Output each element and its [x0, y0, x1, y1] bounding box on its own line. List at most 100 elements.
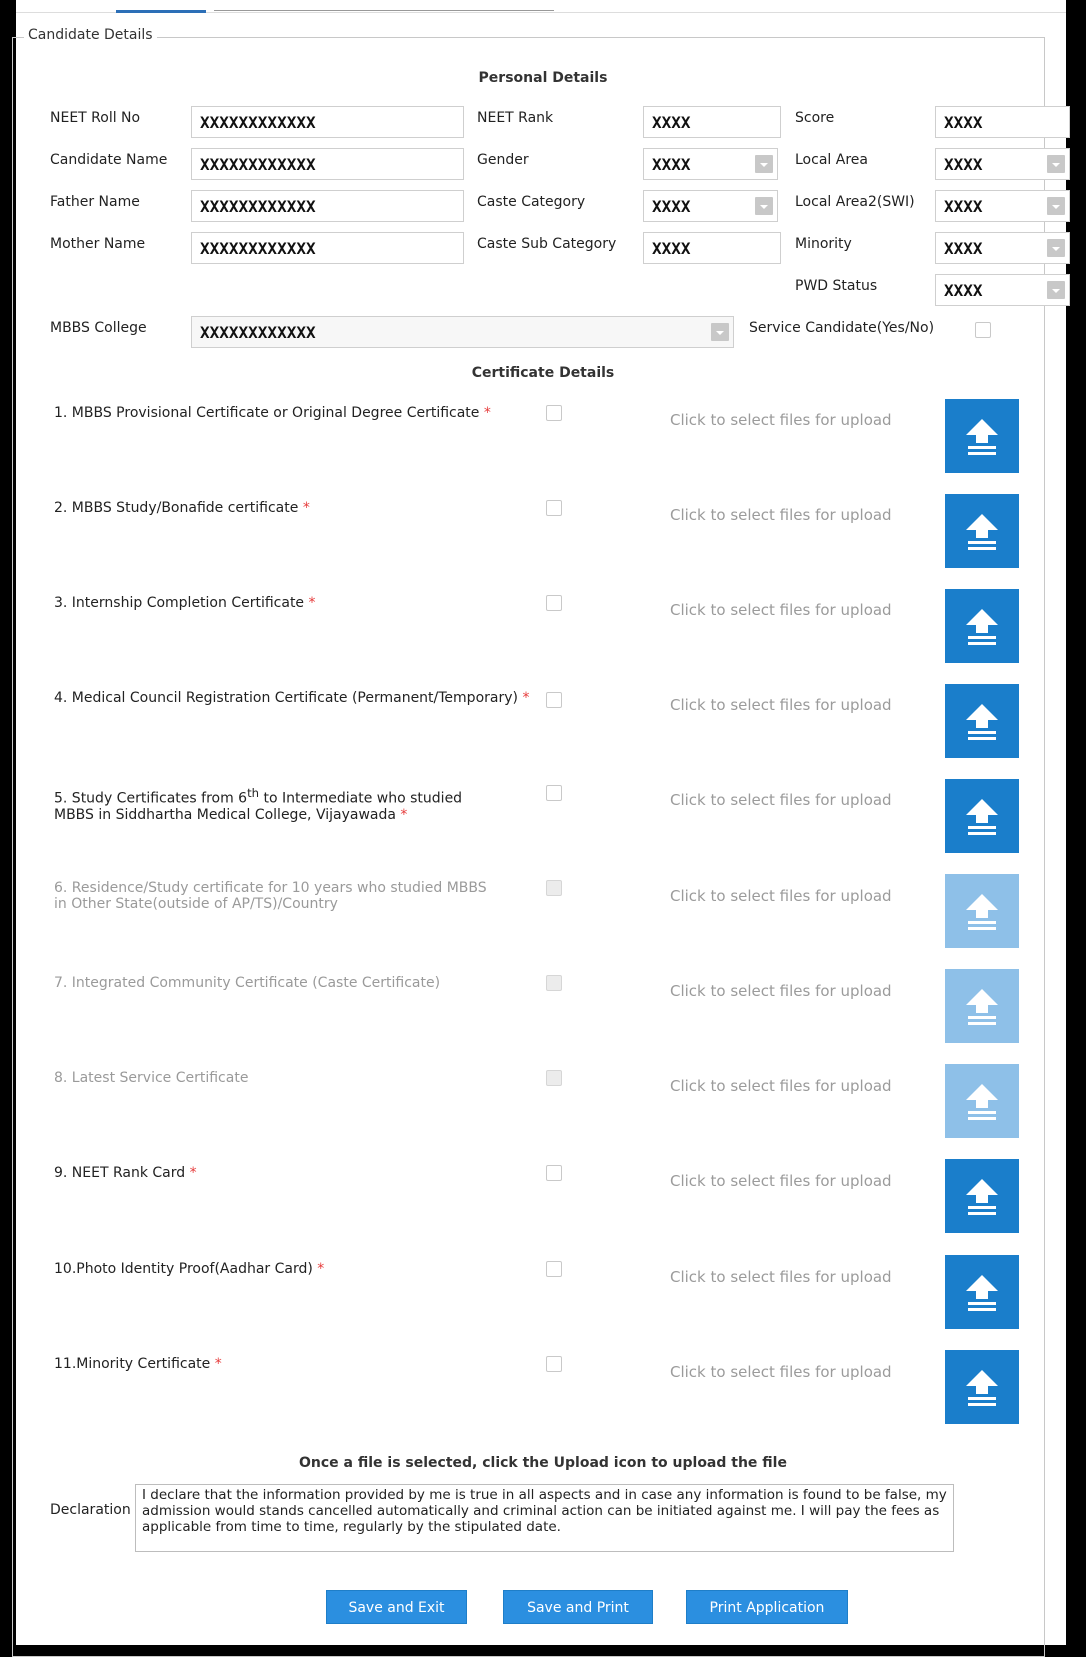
- required-marker: *: [214, 1356, 222, 1372]
- pwd-status-label: PWD Status: [795, 278, 878, 294]
- cert-text: 6. Residence/Study certificate for 10 ye…: [54, 880, 487, 896]
- cert-label-6: 6. Residence/Study certificate for 10 ye…: [54, 880, 487, 912]
- required-marker: *: [302, 500, 310, 516]
- upload-button-4[interactable]: [945, 684, 1019, 758]
- active-tab-indicator: [116, 10, 206, 13]
- upload-icon: [966, 514, 998, 550]
- upload-hint-6: Click to select files for upload: [670, 887, 892, 905]
- certificate-details-title: Certificate Details: [471, 365, 615, 381]
- cert-checkbox-1[interactable]: [546, 405, 562, 421]
- cert-label-10: 10.Photo Identity Proof(Aadhar Card) *: [54, 1261, 324, 1277]
- pwd-status-select[interactable]: XXXX: [935, 274, 1070, 306]
- cert-checkbox-6: [546, 880, 562, 896]
- local-area-label: Local Area: [795, 152, 868, 168]
- upload-hint-10[interactable]: Click to select files for upload: [670, 1268, 892, 1286]
- cert-checkbox-5[interactable]: [546, 785, 562, 801]
- upload-hint-3[interactable]: Click to select files for upload: [670, 601, 892, 619]
- chevron-down-icon: [1047, 239, 1065, 257]
- neet-rank-field[interactable]: XXXX: [643, 106, 781, 138]
- upload-button-1[interactable]: [945, 399, 1019, 473]
- local-area2-select[interactable]: XXXX: [935, 190, 1070, 222]
- minority-select[interactable]: XXXX: [935, 232, 1070, 264]
- save-and-print-button[interactable]: Save and Print: [503, 1590, 653, 1624]
- upload-button-9[interactable]: [945, 1159, 1019, 1233]
- required-marker: *: [483, 405, 491, 421]
- cert-label-1: 1. MBBS Provisional Certificate or Origi…: [54, 405, 491, 421]
- chevron-down-icon: [711, 323, 729, 341]
- candidate-name-field[interactable]: XXXXXXXXXXXX: [191, 148, 464, 180]
- save-and-exit-button[interactable]: Save and Exit: [326, 1590, 467, 1624]
- local-area2-value: XXXX: [944, 197, 983, 216]
- cert-label-7: 7. Integrated Community Certificate (Cas…: [54, 975, 440, 991]
- cert-text: in Other State(outside of AP/TS)/Country: [54, 896, 338, 912]
- caste-sub-category-field[interactable]: XXXX: [643, 232, 781, 264]
- score-field[interactable]: XXXX: [935, 106, 1070, 138]
- service-candidate-label: Service Candidate(Yes/No): [749, 320, 935, 336]
- upload-button-7: [945, 969, 1019, 1043]
- upload-hint-4[interactable]: Click to select files for upload: [670, 696, 892, 714]
- gender-value: XXXX: [652, 155, 691, 174]
- cert-text: 1. MBBS Provisional Certificate or Origi…: [54, 405, 480, 421]
- upload-button-3[interactable]: [945, 589, 1019, 663]
- candidate-details-fieldset: [12, 37, 1045, 1657]
- cert-text: 3. Internship Completion Certificate: [54, 595, 305, 611]
- caste-sub-category-label: Caste Sub Category: [477, 236, 617, 252]
- service-candidate-checkbox[interactable]: [975, 322, 991, 338]
- upload-icon: [966, 894, 998, 930]
- cert-text: 4. Medical Council Registration Certific…: [54, 690, 518, 706]
- required-marker: *: [308, 595, 316, 611]
- cert-text: 10.Photo Identity Proof(Aadhar Card): [54, 1261, 313, 1277]
- upload-hint-1[interactable]: Click to select files for upload: [670, 411, 892, 429]
- cert-text: 7. Integrated Community Certificate (Cas…: [54, 975, 441, 991]
- father-name-field[interactable]: XXXXXXXXXXXX: [191, 190, 464, 222]
- neet-roll-no-label: NEET Roll No: [50, 110, 141, 126]
- cert-checkbox-3[interactable]: [546, 595, 562, 611]
- personal-details-title: Personal Details: [478, 70, 608, 86]
- upload-button-5[interactable]: [945, 779, 1019, 853]
- caste-category-select[interactable]: XXXX: [643, 190, 778, 222]
- cert-checkbox-2[interactable]: [546, 500, 562, 516]
- superscript: th: [247, 786, 260, 800]
- score-label: Score: [795, 110, 835, 126]
- caste-category-value: XXXX: [652, 197, 691, 216]
- cert-label-5: 5. Study Certificates from 6th to Interm…: [54, 785, 462, 823]
- mother-name-field[interactable]: XXXXXXXXXXXX: [191, 232, 464, 264]
- mbbs-college-select[interactable]: XXXXXXXXXXXX: [191, 316, 734, 348]
- father-name-label: Father Name: [50, 194, 140, 210]
- neet-roll-no-field[interactable]: XXXXXXXXXXXX: [191, 106, 464, 138]
- upload-hint-11[interactable]: Click to select files for upload: [670, 1363, 892, 1381]
- cert-text: 11.Minority Certificate: [54, 1356, 211, 1372]
- minority-value: XXXX: [944, 239, 983, 258]
- declaration-label: Declaration: [50, 1502, 131, 1518]
- upload-hint-8: Click to select files for upload: [670, 1077, 892, 1095]
- upload-button-8: [945, 1064, 1019, 1138]
- fieldset-legend: Candidate Details: [24, 27, 157, 43]
- upload-icon: [966, 704, 998, 740]
- cert-checkbox-7: [546, 975, 562, 991]
- upload-hint-5[interactable]: Click to select files for upload: [670, 791, 892, 809]
- upload-icon: [966, 1084, 998, 1120]
- cert-text: 2. MBBS Study/Bonafide certificate: [54, 500, 299, 516]
- upload-hint-2[interactable]: Click to select files for upload: [670, 506, 892, 524]
- upload-icon: [966, 419, 998, 455]
- print-application-button[interactable]: Print Application: [686, 1590, 848, 1624]
- local-area-select[interactable]: XXXX: [935, 148, 1070, 180]
- cert-checkbox-9[interactable]: [546, 1165, 562, 1181]
- upload-button-2[interactable]: [945, 494, 1019, 568]
- upload-button-11[interactable]: [945, 1350, 1019, 1424]
- upload-hint-9[interactable]: Click to select files for upload: [670, 1172, 892, 1190]
- gender-label: Gender: [477, 152, 529, 168]
- cert-checkbox-10[interactable]: [546, 1261, 562, 1277]
- cert-checkbox-11[interactable]: [546, 1356, 562, 1372]
- cert-checkbox-8: [546, 1070, 562, 1086]
- pwd-status-value: XXXX: [944, 281, 983, 300]
- cert-checkbox-4[interactable]: [546, 692, 562, 708]
- chevron-down-icon: [1047, 281, 1065, 299]
- mother-name-label: Mother Name: [50, 236, 146, 252]
- gender-select[interactable]: XXXX: [643, 148, 778, 180]
- upload-icon: [966, 989, 998, 1025]
- chevron-down-icon: [755, 155, 773, 173]
- upload-button-10[interactable]: [945, 1255, 1019, 1329]
- chevron-down-icon: [1047, 155, 1065, 173]
- upload-icon: [966, 609, 998, 645]
